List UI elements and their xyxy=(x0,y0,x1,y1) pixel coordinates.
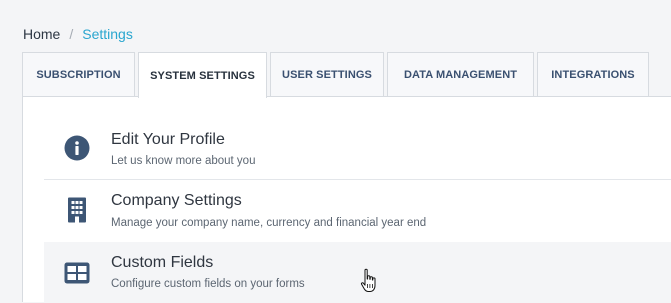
settings-item-company-settings[interactable]: Company Settings Manage your company nam… xyxy=(44,180,671,241)
breadcrumb-current: Settings xyxy=(82,26,133,42)
info-circle-icon xyxy=(64,135,90,161)
breadcrumb-separator: / xyxy=(69,26,74,42)
breadcrumb: Home / Settings xyxy=(23,26,133,42)
settings-item-title: Custom Fields xyxy=(111,254,214,271)
settings-item-title: Company Settings xyxy=(111,192,242,209)
tab-user-settings[interactable]: USER SETTINGS xyxy=(270,52,384,97)
hand-pointer-cursor-icon xyxy=(360,268,376,292)
breadcrumb-home-link[interactable]: Home xyxy=(23,26,60,42)
settings-item-custom-fields[interactable]: Custom Fields Configure custom fields on… xyxy=(44,242,671,303)
settings-item-description: Manage your company name, currency and f… xyxy=(111,217,427,229)
settings-tabs: SUBSCRIPTION SYSTEM SETTINGS USER SETTIN… xyxy=(22,52,652,98)
settings-item-description: Configure custom fields on your forms xyxy=(111,278,305,290)
settings-panel: Edit Your Profile Let us know more about… xyxy=(22,96,671,303)
tab-subscription[interactable]: SUBSCRIPTION xyxy=(22,52,135,97)
settings-item-title: Edit Your Profile xyxy=(111,131,225,148)
building-icon xyxy=(64,197,90,223)
settings-item-description: Let us know more about you xyxy=(111,155,256,167)
tab-integrations[interactable]: INTEGRATIONS xyxy=(537,52,649,97)
tab-system-settings[interactable]: SYSTEM SETTINGS xyxy=(138,52,267,98)
tab-data-management[interactable]: DATA MANAGEMENT xyxy=(387,52,534,97)
table-grid-icon xyxy=(64,260,90,286)
settings-item-edit-profile[interactable]: Edit Your Profile Let us know more about… xyxy=(44,119,671,179)
